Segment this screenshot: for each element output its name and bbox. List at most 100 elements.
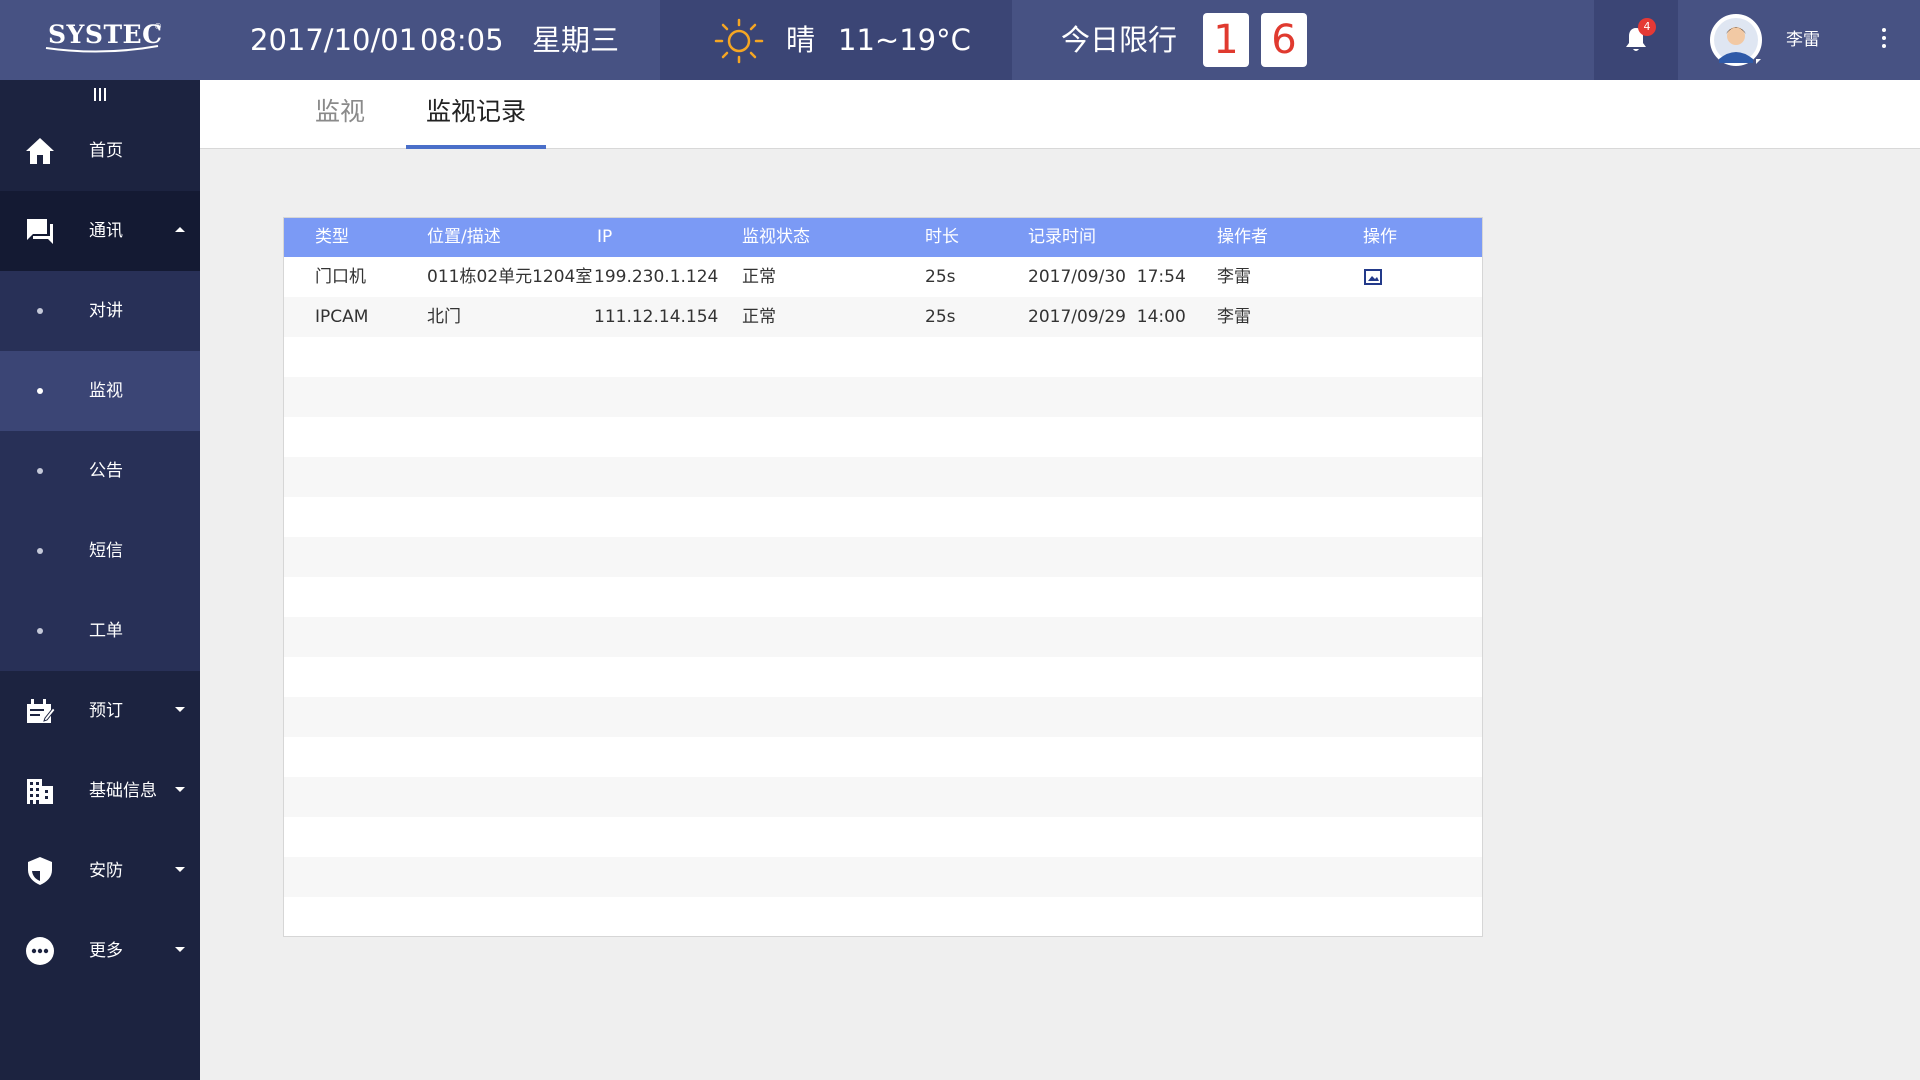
bullet-icon <box>37 308 43 314</box>
empty-row <box>284 577 1482 617</box>
sidebar-item-label: 工单 <box>89 621 123 641</box>
sidebar-item-duijiang[interactable]: 对讲 <box>0 271 200 351</box>
sidebar-item-label: 公告 <box>89 461 123 481</box>
more-icon <box>26 937 54 965</box>
column-header-action: 操作 <box>1363 227 1397 247</box>
sidebar: 首页 通讯 对讲 监视 公告 短信 工单 预订 基础信息 安防 更多 <box>0 80 200 1080</box>
sun-icon <box>714 18 764 64</box>
tab-monitor-records[interactable]: 监视记录 <box>406 80 546 149</box>
chevron-down-icon <box>175 947 185 952</box>
traffic-limit-digit: 1 <box>1203 13 1249 67</box>
chevron-down-icon <box>175 787 185 792</box>
chevron-down-icon <box>175 707 185 712</box>
sidebar-item-yuding[interactable]: 预订 <box>0 671 200 751</box>
sidebar-item-label: 更多 <box>89 941 123 961</box>
column-header-duration: 时长 <box>925 227 959 247</box>
booking-icon <box>27 699 56 723</box>
cell-operator: 李雷 <box>1217 267 1251 287</box>
sidebar-item-label: 对讲 <box>89 301 123 321</box>
column-header-record-time: 记录时间 <box>1028 227 1096 247</box>
traffic-limit-digit: 6 <box>1261 13 1307 67</box>
empty-row <box>284 497 1482 537</box>
empty-row <box>284 377 1482 417</box>
sidebar-item-label: 短信 <box>89 541 123 561</box>
empty-row <box>284 857 1482 897</box>
tab-bar: 监视 监视记录 <box>200 80 1920 149</box>
cell-location: 北门 <box>427 307 461 327</box>
header-weekday: 星期三 <box>532 23 620 57</box>
empty-row <box>284 657 1482 697</box>
home-icon <box>26 138 54 164</box>
bullet-icon <box>37 468 43 474</box>
cell-status: 正常 <box>742 307 776 327</box>
cell-location: 011栋02单元1204室 <box>427 267 593 287</box>
empty-row <box>284 697 1482 737</box>
more-vertical-icon[interactable] <box>1878 25 1890 55</box>
column-header-status: 监视状态 <box>742 227 810 247</box>
chevron-down-icon <box>175 867 185 872</box>
column-header-ip: IP <box>597 227 613 247</box>
notification-badge: 4 <box>1638 18 1656 36</box>
tab-monitor[interactable]: 监视 <box>292 80 388 148</box>
cell-record-time: 2017/09/29 14:00 <box>1028 307 1186 327</box>
image-icon[interactable] <box>1364 269 1382 285</box>
empty-row <box>284 537 1482 577</box>
table-row[interactable]: 门口机 011栋02单元1204室 199.230.1.124 正常 25s 2… <box>284 257 1482 297</box>
chat-icon <box>27 219 53 244</box>
building-icon <box>27 779 53 804</box>
column-header-operator: 操作者 <box>1217 227 1268 247</box>
header-time: 08:05 <box>420 23 504 57</box>
sidebar-item-jichu[interactable]: 基础信息 <box>0 751 200 831</box>
weather-temperature: 11~19°C <box>838 23 971 57</box>
table-header: 类型 位置/描述 IP 监视状态 时长 记录时间 操作者 操作 <box>284 218 1482 257</box>
sidebar-item-gengduo[interactable]: 更多 <box>0 911 200 991</box>
sidebar-item-label: 基础信息 <box>89 781 157 801</box>
empty-row <box>284 617 1482 657</box>
sidebar-item-label: 预订 <box>89 701 123 721</box>
chevron-up-icon <box>175 227 185 232</box>
sidebar-item-anfang[interactable]: 安防 <box>0 831 200 911</box>
bullet-icon <box>37 548 43 554</box>
sidebar-item-label: 安防 <box>89 861 123 881</box>
sidebar-item-label: 通讯 <box>89 221 123 241</box>
cell-status: 正常 <box>742 267 776 287</box>
user-name[interactable]: 李雷 <box>1786 0 1820 80</box>
column-header-location: 位置/描述 <box>427 227 501 247</box>
sidebar-item-tongxun[interactable]: 通讯 <box>0 191 200 271</box>
records-table: 类型 位置/描述 IP 监视状态 时长 记录时间 操作者 操作 门口机 011栋… <box>283 217 1483 937</box>
collapse-icon[interactable] <box>92 88 108 102</box>
column-header-type: 类型 <box>315 227 349 247</box>
empty-row <box>284 457 1482 497</box>
empty-row <box>284 417 1482 457</box>
sidebar-item-label: 监视 <box>89 381 123 401</box>
avatar-icon[interactable] <box>1709 13 1763 67</box>
empty-row <box>284 897 1482 937</box>
cell-duration: 25s <box>925 267 956 287</box>
logo-registered-mark: ® <box>154 22 162 31</box>
logo: SYSTEC ® <box>0 0 200 80</box>
empty-row <box>284 817 1482 857</box>
sidebar-item-duanxin[interactable]: 短信 <box>0 511 200 591</box>
sidebar-item-gonggao[interactable]: 公告 <box>0 431 200 511</box>
empty-row <box>284 737 1482 777</box>
cell-ip: 111.12.14.154 <box>594 307 719 327</box>
sidebar-item-label: 首页 <box>89 141 123 161</box>
cell-ip: 199.230.1.124 <box>594 267 719 287</box>
sidebar-item-gongdan[interactable]: 工单 <box>0 591 200 671</box>
sidebar-item-home[interactable]: 首页 <box>0 111 200 191</box>
top-bar: SYSTEC ® 2017/10/01 08:05 星期三 晴 11~19°C … <box>0 0 1920 80</box>
bullet-icon <box>37 388 43 394</box>
cell-type: IPCAM <box>315 307 369 327</box>
shield-icon <box>28 857 52 885</box>
bullet-icon <box>37 628 43 634</box>
weather-condition: 晴 <box>786 23 816 57</box>
table-row[interactable]: IPCAM 北门 111.12.14.154 正常 25s 2017/09/29… <box>284 297 1482 337</box>
empty-row <box>284 337 1482 377</box>
logo-swoosh-icon <box>45 45 159 53</box>
sidebar-item-jianshi[interactable]: 监视 <box>0 351 200 431</box>
empty-row <box>284 777 1482 817</box>
cell-duration: 25s <box>925 307 956 327</box>
cell-type: 门口机 <box>315 267 366 287</box>
traffic-limit-label: 今日限行 <box>1061 23 1178 57</box>
header-date: 2017/10/01 <box>250 23 418 57</box>
